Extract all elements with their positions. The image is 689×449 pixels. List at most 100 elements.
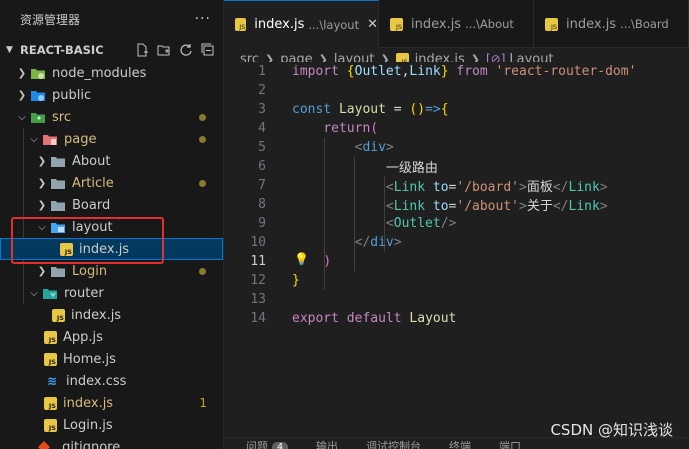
tab-output[interactable]: 输出	[316, 438, 338, 449]
code-line: 6 一级路由	[224, 157, 689, 176]
code-line: 8 <Link to='/about'>关于</Link>	[224, 195, 689, 214]
layout-folder-icon	[50, 219, 66, 235]
tab-problems[interactable]: 问题 4	[246, 438, 289, 449]
chevron-down-icon: ⌵	[30, 133, 38, 145]
tree-item-label: public	[52, 87, 92, 103]
code-line: 13	[224, 290, 689, 309]
code-text: <Link to='/about'>关于</Link>	[385, 199, 608, 214]
js-file-icon: JS	[60, 242, 73, 256]
tab-ports[interactable]: 端口	[499, 438, 521, 449]
js-file-icon: JS	[44, 330, 57, 344]
project-section-header[interactable]: ▼ REACT-BASIC	[0, 38, 223, 62]
tab-terminal[interactable]: 终端	[449, 438, 471, 449]
tree-item-layout-index-js[interactable]: JS index.js	[0, 238, 223, 260]
tree-item-router-index-js[interactable]: JS index.js	[0, 304, 223, 326]
tree-item-gitignore[interactable]: .gitignore	[0, 436, 223, 449]
tree-item-label: index.css	[66, 373, 127, 389]
line-number: 4	[258, 121, 266, 136]
code-text: export default Layout	[292, 311, 457, 326]
tab-board-index-js[interactable]: JS index.js ...\Board	[534, 0, 689, 48]
folder-icon	[50, 175, 66, 191]
tree-item-src[interactable]: ⌵ src	[0, 106, 223, 128]
line-number: 7	[258, 178, 266, 193]
modified-dot	[199, 136, 206, 143]
chevron-down-icon: ⌵	[38, 221, 46, 233]
folder-icon	[50, 197, 66, 213]
code-editor[interactable]: 1 import {Outlet,Link} from 'react-route…	[224, 62, 689, 449]
tree-item-page[interactable]: ⌵ page	[0, 128, 223, 150]
tab-label: index.js	[254, 17, 305, 32]
js-file-icon: JS	[44, 352, 57, 366]
tree-item-label: Article	[72, 175, 114, 191]
tree-item-home-js[interactable]: JS Home.js	[0, 348, 223, 370]
js-file-icon: JS	[44, 418, 57, 432]
tree-item-label: .gitignore	[58, 439, 121, 449]
code-text: const Layout = ()=>{	[292, 102, 449, 117]
problem-count-badge: 1	[199, 396, 207, 410]
tree-item-label: src	[52, 109, 71, 125]
code-text: import {Outlet,Link} from 'react-router-…	[292, 64, 637, 79]
tree-item-public[interactable]: ❯ public	[0, 84, 223, 106]
tree-item-label: About	[72, 153, 111, 169]
tree-item-label: Home.js	[63, 351, 116, 367]
tab-layout-index-js[interactable]: JS index.js ...\layout ✕	[224, 0, 379, 48]
tree-item-label: layout	[72, 219, 113, 235]
tree-item-src-index-js[interactable]: JS index.js 1	[0, 392, 223, 414]
tab-description: ...\Board	[620, 17, 669, 31]
problems-count-badge: 4	[272, 442, 289, 449]
line-number: 12	[250, 273, 266, 288]
tree-item-about[interactable]: ❯ About	[0, 150, 223, 172]
tab-description: ...\layout	[308, 17, 360, 32]
line-number: 10	[250, 235, 266, 250]
tree-item-login-js[interactable]: JS Login.js	[0, 414, 223, 436]
chevron-right-icon: ❯	[17, 89, 27, 101]
css-file-icon: ≋	[46, 374, 58, 388]
code-line: 7 <Link to='/board'>面板</Link>	[224, 176, 689, 195]
code-line-current: 11 💡 )	[224, 252, 689, 271]
code-text: </div>	[354, 235, 402, 250]
tab-label: index.js	[566, 16, 617, 32]
code-line: 5 <div>	[224, 138, 689, 157]
tab-about-index-js[interactable]: JS index.js ...\About	[379, 0, 534, 48]
chevron-right-icon: ❯	[37, 177, 47, 189]
tree-item-login[interactable]: ❯ Login	[0, 260, 223, 282]
tree-item-label: Login.js	[63, 417, 113, 433]
js-file-icon: JS	[390, 17, 403, 31]
chevron-right-icon: ❯	[37, 265, 47, 277]
chevron-right-icon: ❯	[37, 155, 47, 167]
tree-item-article[interactable]: ❯ Article	[0, 172, 223, 194]
chevron-right-icon: ❯	[17, 67, 27, 79]
tree-item-board[interactable]: ❯ Board	[0, 194, 223, 216]
tree-item-app-js[interactable]: JS App.js	[0, 326, 223, 348]
modified-dot	[199, 180, 206, 187]
line-number: 11	[250, 254, 266, 269]
code-text: }	[292, 273, 300, 288]
line-number: 2	[258, 83, 266, 98]
collapse-all-icon[interactable]	[200, 43, 215, 58]
refresh-icon[interactable]	[178, 43, 193, 58]
new-folder-icon[interactable]	[156, 43, 171, 58]
code-text: return(	[323, 121, 379, 136]
line-number: 1	[258, 64, 266, 79]
tree-item-label: index.js	[71, 307, 122, 323]
line-number: 3	[258, 102, 266, 117]
more-actions-icon[interactable]: ···	[195, 11, 211, 27]
new-file-icon[interactable]	[134, 43, 149, 58]
line-number: 5	[258, 140, 266, 155]
close-icon[interactable]: ✕	[367, 17, 378, 32]
tree-item-router[interactable]: ⌵ router	[0, 282, 223, 304]
code-text: <Link to='/board'>面板</Link>	[385, 180, 608, 195]
code-line: 14 export default Layout	[224, 309, 689, 328]
src-folder-icon	[30, 109, 46, 125]
tree-item-node-modules[interactable]: ❯ node_modules	[0, 62, 223, 84]
code-text: <Outlet/>	[385, 216, 457, 231]
public-folder-icon	[30, 87, 46, 103]
line-number: 8	[258, 197, 266, 212]
watermark: CSDN @知识浅谈	[550, 421, 673, 439]
tree-item-label: Board	[72, 197, 111, 213]
line-number: 13	[250, 292, 266, 307]
tree-item-index-css[interactable]: ≋ index.css	[0, 370, 223, 392]
tab-debug-console[interactable]: 调试控制台	[366, 438, 421, 449]
folder-icon	[50, 153, 66, 169]
tree-item-layout[interactable]: ⌵ layout	[0, 216, 223, 238]
